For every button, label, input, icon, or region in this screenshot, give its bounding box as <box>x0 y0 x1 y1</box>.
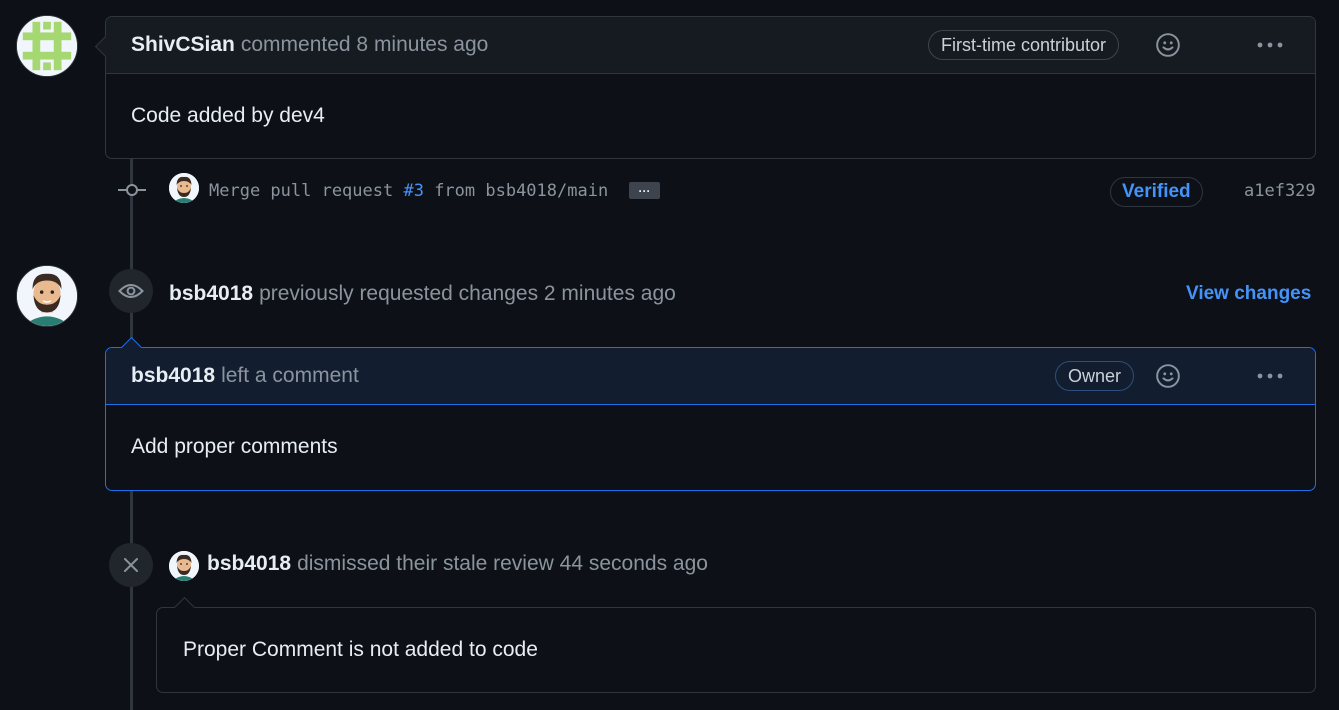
review-event-text: bsb4018 previously requested changes 2 m… <box>169 282 676 306</box>
review-event-action[interactable]: previously requested changes 2 minutes a… <box>259 282 676 306</box>
commit-sha-link[interactable]: a1ef329 <box>1244 181 1316 201</box>
kebab-icon <box>1257 42 1283 48</box>
comment-action: left a comment <box>221 364 359 387</box>
first-time-contributor-badge: First-time contributor <box>928 30 1120 60</box>
comment-header: bsb4018 left a comment Owner <box>106 348 1315 405</box>
comment-shivcsian: ShivCSian commented 8 minutes ago First-… <box>94 16 1316 159</box>
user-avatar <box>17 266 77 326</box>
comment-options-button[interactable] <box>1254 31 1286 59</box>
dismiss-message: Proper Comment is not added to code <box>183 638 538 661</box>
commit-message-suffix[interactable]: from bsb4018/main <box>424 181 608 201</box>
comment-options-button[interactable] <box>1254 362 1286 390</box>
dismiss-message-box: Proper Comment is not added to code <box>156 596 1316 693</box>
identicon-avatar <box>17 16 77 76</box>
comment-author[interactable]: ShivCSian <box>131 33 235 57</box>
avatar-bsb4018[interactable] <box>16 265 78 327</box>
dismiss-author[interactable]: bsb4018 <box>207 552 291 576</box>
x-icon <box>124 558 138 572</box>
view-changes-link[interactable]: View changes <box>1186 283 1311 305</box>
kebab-icon <box>1257 373 1283 379</box>
commit-message: Merge pull request #3 from bsb4018/main <box>209 180 608 202</box>
eye-icon <box>118 284 144 298</box>
add-reaction-button[interactable] <box>1154 362 1182 390</box>
commit-author-avatar[interactable] <box>169 173 199 203</box>
pr-link[interactable]: #3 <box>403 181 423 201</box>
user-avatar <box>169 551 199 581</box>
avatar-shivcsian[interactable] <box>16 15 78 77</box>
dismiss-event-text: bsb4018 dismissed their stale review 44 … <box>207 552 708 576</box>
comment-timestamp[interactable]: commented 8 minutes ago <box>241 33 488 57</box>
dismissed-review-badge <box>109 543 153 587</box>
verified-badge[interactable]: Verified <box>1110 177 1203 207</box>
comment-body: Code added by dev4 <box>131 103 325 127</box>
add-reaction-button[interactable] <box>1154 31 1182 59</box>
comment-body: Add proper comments <box>131 434 338 458</box>
expand-commit-button[interactable]: ··· <box>629 182 660 199</box>
owner-badge: Owner <box>1055 361 1135 391</box>
requested-changes-badge <box>109 269 153 313</box>
smiley-icon <box>1156 364 1180 388</box>
comment-bsb4018: bsb4018 left a comment Owner Add proper … <box>105 336 1316 491</box>
review-author[interactable]: bsb4018 <box>169 282 253 306</box>
commit-message-prefix[interactable]: Merge pull request <box>209 181 403 201</box>
commit-icon <box>118 180 146 200</box>
user-avatar <box>169 173 199 203</box>
dismiss-author-avatar[interactable] <box>169 551 199 581</box>
smiley-icon <box>1156 33 1180 57</box>
comment-author[interactable]: bsb4018 <box>131 364 215 388</box>
comment-header: ShivCSian commented 8 minutes ago First-… <box>106 17 1315 74</box>
dismiss-event-action[interactable]: dismissed their stale review 44 seconds … <box>297 552 708 576</box>
